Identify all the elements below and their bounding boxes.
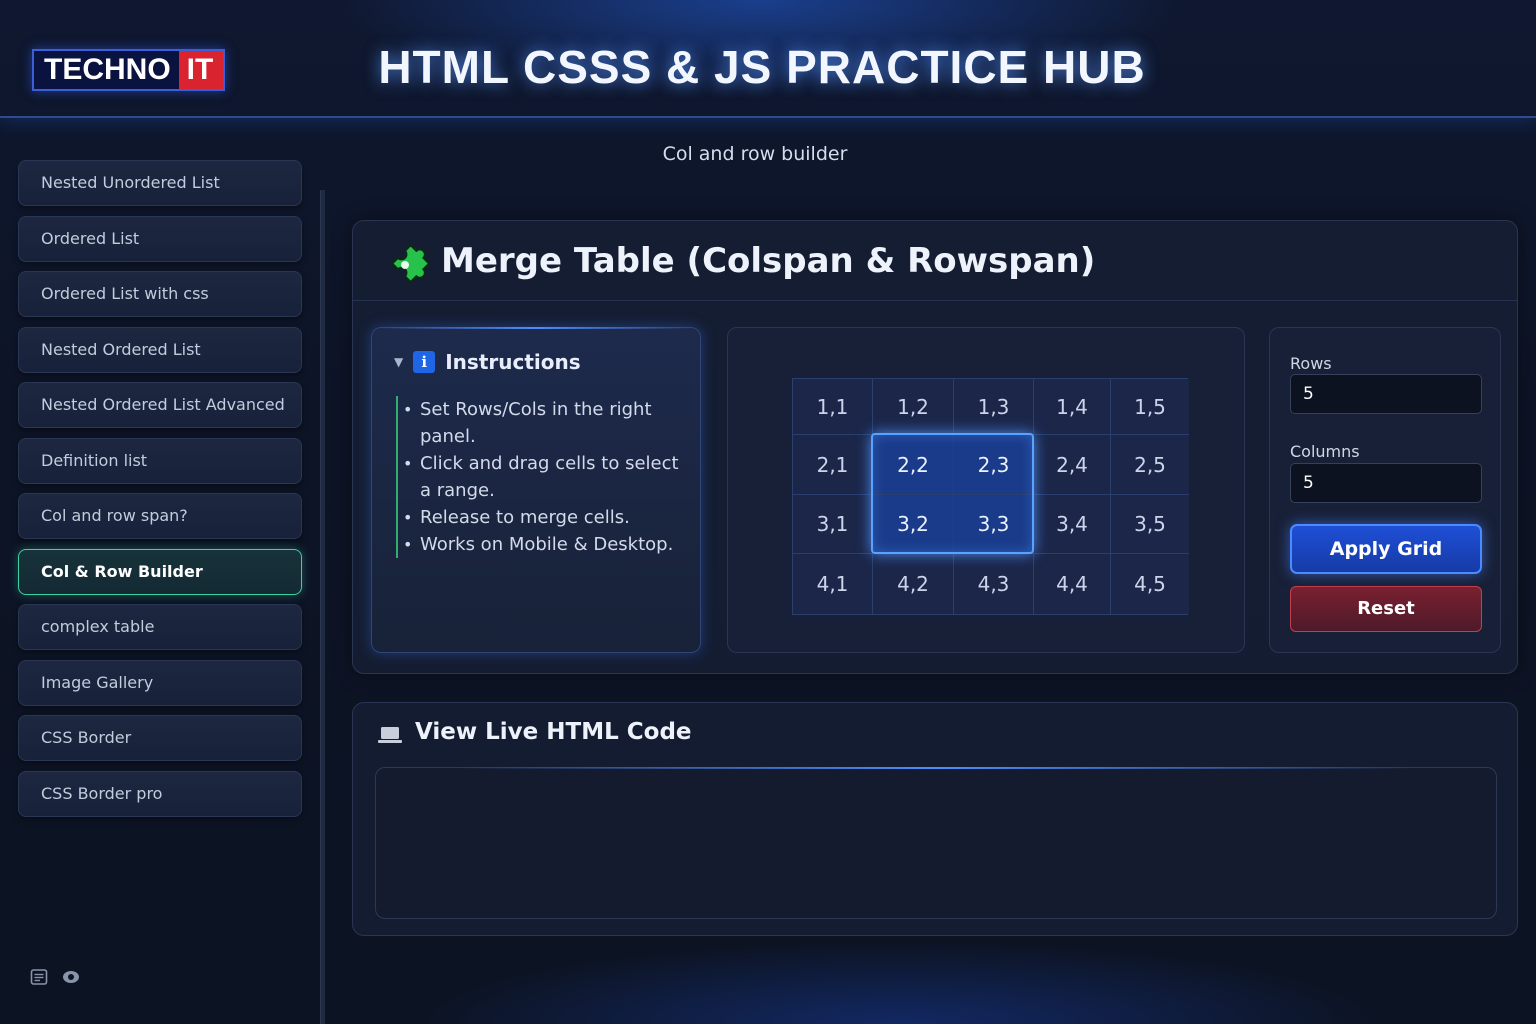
instruction-item: Release to merge cells. [403, 504, 686, 531]
document-icon[interactable] [30, 968, 48, 986]
grid-cell[interactable]: 1,3 [954, 379, 1034, 435]
sidebar-footer-icons [30, 968, 80, 986]
app-title: HTML CSSS & JS PRACTICE HUB [0, 40, 1536, 94]
instructions-card: ▼ i Instructions Set Rows/Cols in the ri… [371, 327, 701, 653]
live-code-panel: View Live HTML Code [352, 702, 1518, 936]
panel-title: Merge Table (Colspan & Rowspan) [441, 241, 1096, 281]
code-output[interactable] [375, 767, 1497, 919]
grid-cell[interactable]: 1,4 [1034, 379, 1111, 435]
grid-cell[interactable]: 1,2 [873, 379, 954, 435]
sidebar-item-ordered-list[interactable]: Ordered List [18, 215, 302, 262]
puzzle-icon [390, 243, 429, 284]
grid-cell[interactable]: 3,2 [873, 495, 954, 554]
caret-down-icon: ▼ [394, 355, 404, 369]
grid-cell[interactable]: 2,1 [793, 435, 873, 495]
app-title-text: HTML CSSS & JS PRACTICE HUB [378, 41, 1146, 93]
grid-cell[interactable]: 4,3 [954, 554, 1034, 614]
instructions-toggle[interactable]: ▼ i Instructions [394, 350, 581, 374]
eye-icon[interactable] [62, 968, 80, 986]
grid-cell[interactable]: 2,5 [1111, 435, 1189, 495]
controls-card: Rows Columns Apply Grid Reset [1269, 327, 1501, 653]
grid-cell[interactable]: 4,1 [793, 554, 873, 614]
instructions-list: Set Rows/Cols in the right panel. Click … [396, 396, 686, 558]
info-icon: i [413, 351, 436, 373]
grid-cell[interactable]: 1,1 [793, 379, 873, 435]
grid-cell[interactable]: 4,2 [873, 554, 954, 614]
sidebar-item-image-gallery[interactable]: Image Gallery [18, 659, 302, 706]
grid-cell[interactable]: 3,1 [793, 495, 873, 554]
sidebar-item-css-border-pro[interactable]: CSS Border pro [18, 770, 302, 817]
grid-cell[interactable]: 3,5 [1111, 495, 1189, 554]
grid-cell[interactable]: 3,4 [1034, 495, 1111, 554]
merge-grid: 1,1 1,2 1,3 1,4 1,5 2,1 2,2 2,3 2,4 2,5 3,1 3,2 3,3 3… [792, 378, 1189, 615]
merge-table-panel: Merge Table (Colspan & Rowspan) ▼ i Inst… [352, 220, 1518, 674]
instruction-item: Set Rows/Cols in the right panel. [403, 396, 686, 450]
rows-input[interactable] [1290, 374, 1482, 414]
sidebar-item-col-row-builder[interactable]: Col & Row Builder [18, 548, 302, 595]
columns-label: Columns [1290, 442, 1360, 461]
grid-cell[interactable]: 2,3 [954, 435, 1034, 495]
grid-cell[interactable]: 2,4 [1034, 435, 1111, 495]
sidebar-divider [320, 190, 325, 1024]
grid-card: 1,1 1,2 1,3 1,4 1,5 2,1 2,2 2,3 2,4 2,5 3,1 3,2 3,3 3… [727, 327, 1245, 653]
sidebar-item-definition-list[interactable]: Definition list [18, 437, 302, 484]
sidebar-item-col-row-span[interactable]: Col and row span? [18, 493, 302, 539]
columns-input[interactable] [1290, 463, 1482, 503]
laptop-icon [378, 727, 402, 743]
sidebar-nav: Nested Unordered List Ordered List Order… [18, 160, 304, 826]
sidebar-item-nested-ordered-list[interactable]: Nested Ordered List [18, 326, 302, 373]
grid-cell[interactable]: 4,5 [1111, 554, 1189, 614]
sidebar-item-nested-unordered-list[interactable]: Nested Unordered List [18, 160, 302, 206]
sidebar-item-css-border[interactable]: CSS Border [18, 715, 302, 761]
rows-label: Rows [1290, 354, 1332, 373]
grid-cell[interactable]: 3,3 [954, 495, 1034, 554]
sidebar-item-ordered-list-css[interactable]: Ordered List with css [18, 271, 302, 317]
instructions-title: Instructions [445, 350, 581, 374]
grid-cell[interactable]: 2,2 [873, 435, 954, 495]
sidebar-item-nested-ordered-list-advanced[interactable]: Nested Ordered List Advanced [18, 382, 302, 428]
instruction-item: Click and drag cells to select a range. [403, 450, 686, 504]
code-panel-title: View Live HTML Code [415, 719, 692, 745]
merge-panel-header: Merge Table (Colspan & Rowspan) [353, 221, 1517, 301]
grid-cell[interactable]: 4,4 [1034, 554, 1111, 614]
reset-button[interactable]: Reset [1290, 586, 1482, 632]
sidebar-item-complex-table[interactable]: complex table [18, 604, 302, 650]
grid-cell[interactable]: 1,5 [1111, 379, 1189, 435]
app-header: TECHNO IT HTML CSSS & JS PRACTICE HUB [0, 0, 1536, 118]
apply-grid-button[interactable]: Apply Grid [1290, 524, 1482, 574]
instruction-item: Works on Mobile & Desktop. [403, 531, 686, 558]
